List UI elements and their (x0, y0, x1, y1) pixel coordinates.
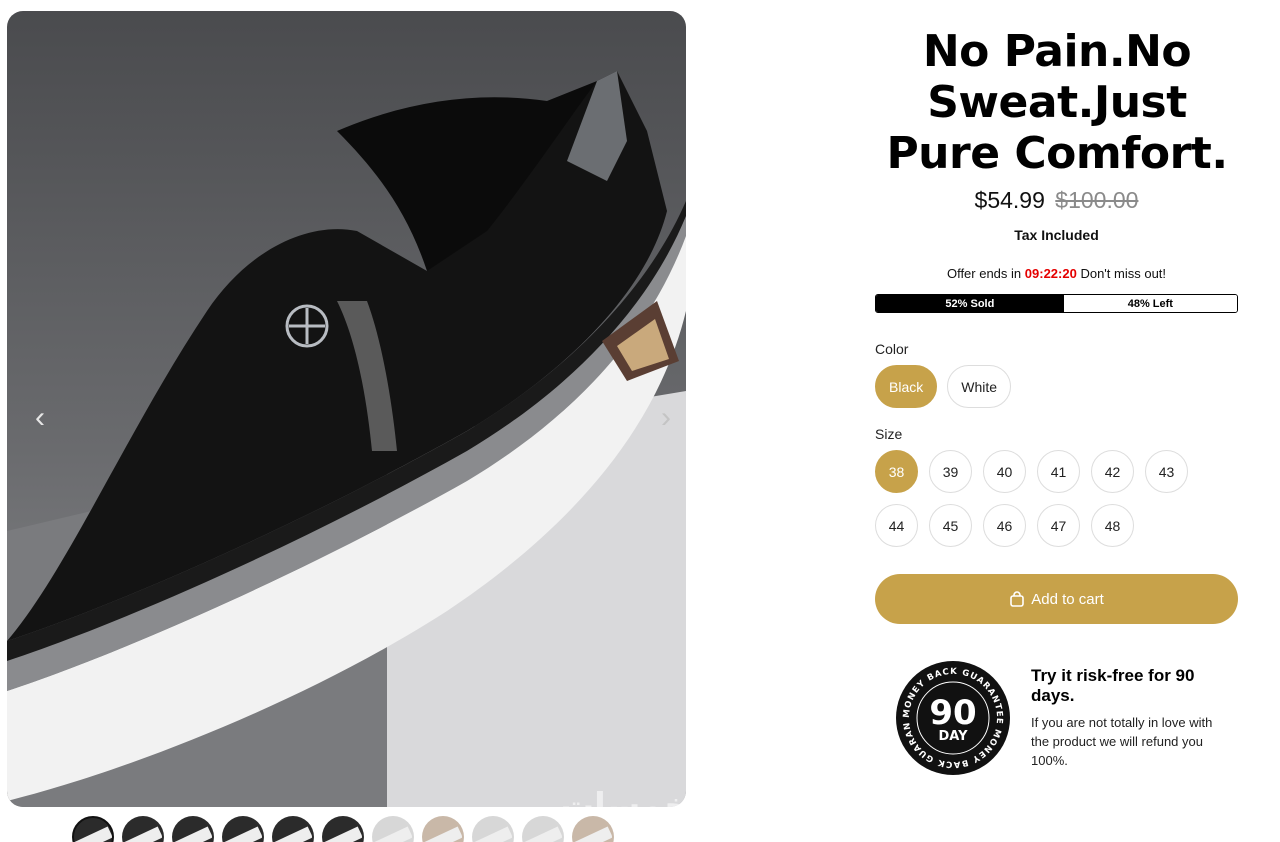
size-option-44[interactable]: 44 (875, 504, 918, 547)
size-option-39[interactable]: 39 (929, 450, 972, 493)
money-back-badge: MONEY BACK GUARANTEE MONEY BACK GUARANTE… (895, 660, 1010, 775)
shopping-bag-icon (1010, 591, 1025, 607)
size-options: 38 39 40 41 42 43 44 45 46 47 48 (875, 450, 1205, 547)
thumbnail-shoe-sole (174, 826, 212, 842)
sale-price: $54.99 (974, 187, 1045, 213)
guarantee-text: Try it risk-free for 90 days. If you are… (1031, 666, 1221, 770)
color-options: Black White (875, 365, 1238, 408)
thumbnail[interactable] (472, 816, 514, 842)
thumbnail-shoe-sole (374, 826, 412, 842)
product-page: ‹ › خمسات No Pain.No Sweat.Just Pure Com… (0, 0, 1280, 842)
thumbnail-shoe-sole (574, 826, 612, 842)
color-label: Color (875, 341, 909, 357)
offer-countdown: Offer ends in 09:22:20 Don't miss out! (875, 266, 1238, 281)
stock-progress-bar: 52% Sold 48% Left (875, 294, 1238, 313)
product-info: No Pain.No Sweat.Just Pure Comfort. $54.… (875, 26, 1238, 776)
thumbnail-shoe-sole (124, 826, 162, 842)
thumbnail[interactable] (372, 816, 414, 842)
thumbnail-shoe-sole (424, 826, 462, 842)
offer-suffix: Don't miss out! (1080, 266, 1167, 281)
add-to-cart-label: Add to cart (1031, 590, 1104, 608)
stock-left-segment: 48% Left (1063, 295, 1237, 312)
tax-note: Tax Included (1014, 227, 1099, 243)
stock-sold-fill: 52% Sold (876, 295, 1064, 312)
shoe-illustration (7, 71, 686, 807)
size-option-38[interactable]: 38 (875, 450, 918, 493)
color-option-white[interactable]: White (947, 365, 1012, 408)
thumbnail[interactable] (322, 816, 364, 842)
size-option-43[interactable]: 43 (1145, 450, 1188, 493)
thumbnail[interactable] (122, 816, 164, 842)
size-option-47[interactable]: 47 (1037, 504, 1080, 547)
guarantee-title: Try it risk-free for 90 days. (1031, 666, 1195, 705)
size-option-42[interactable]: 42 (1091, 450, 1134, 493)
thumbnail-shoe-sole (274, 826, 312, 842)
size-option-41[interactable]: 41 (1037, 450, 1080, 493)
size-option-46[interactable]: 46 (983, 504, 1026, 547)
color-option-black[interactable]: Black (875, 365, 938, 408)
size-option-40[interactable]: 40 (983, 450, 1026, 493)
size-option-45[interactable]: 45 (929, 504, 972, 547)
countdown-timer: 09:22:20 (1024, 266, 1077, 281)
thumbnail-strip (72, 816, 614, 842)
thumbnail-shoe-sole (74, 826, 112, 842)
thumbnail-shoe-sole (474, 826, 512, 842)
thumbnail[interactable] (72, 816, 114, 842)
chevron-right-icon[interactable]: › (651, 401, 681, 435)
badge-number: 90 (929, 693, 976, 733)
guarantee-body: If you are not totally in love with the … (1031, 715, 1213, 768)
thumbnail[interactable] (272, 816, 314, 842)
thumbnail[interactable] (422, 816, 464, 842)
thumbnail-shoe-sole (524, 826, 562, 842)
thumbnail-shoe-sole (224, 826, 262, 842)
guarantee-section: MONEY BACK GUARANTEE MONEY BACK GUARANTE… (875, 660, 1238, 776)
size-label: Size (875, 426, 903, 442)
thumbnail[interactable] (172, 816, 214, 842)
offer-prefix: Offer ends in (946, 266, 1022, 281)
price-row: $54.99 $100.00 (875, 187, 1238, 214)
thumbnail[interactable] (522, 816, 564, 842)
watermark-logo: خمسات (560, 786, 689, 826)
chevron-left-icon[interactable]: ‹ (25, 401, 55, 435)
size-option-48[interactable]: 48 (1091, 504, 1134, 547)
thumbnail-shoe-sole (324, 826, 362, 842)
product-image: ‹ › (7, 11, 686, 807)
compare-price: $100.00 (1055, 187, 1139, 213)
badge-unit: DAY (938, 729, 968, 744)
thumbnail[interactable] (222, 816, 264, 842)
add-to-cart-button[interactable]: Add to cart (875, 574, 1238, 624)
product-title: No Pain.No Sweat.Just Pure Comfort. (886, 26, 1228, 179)
